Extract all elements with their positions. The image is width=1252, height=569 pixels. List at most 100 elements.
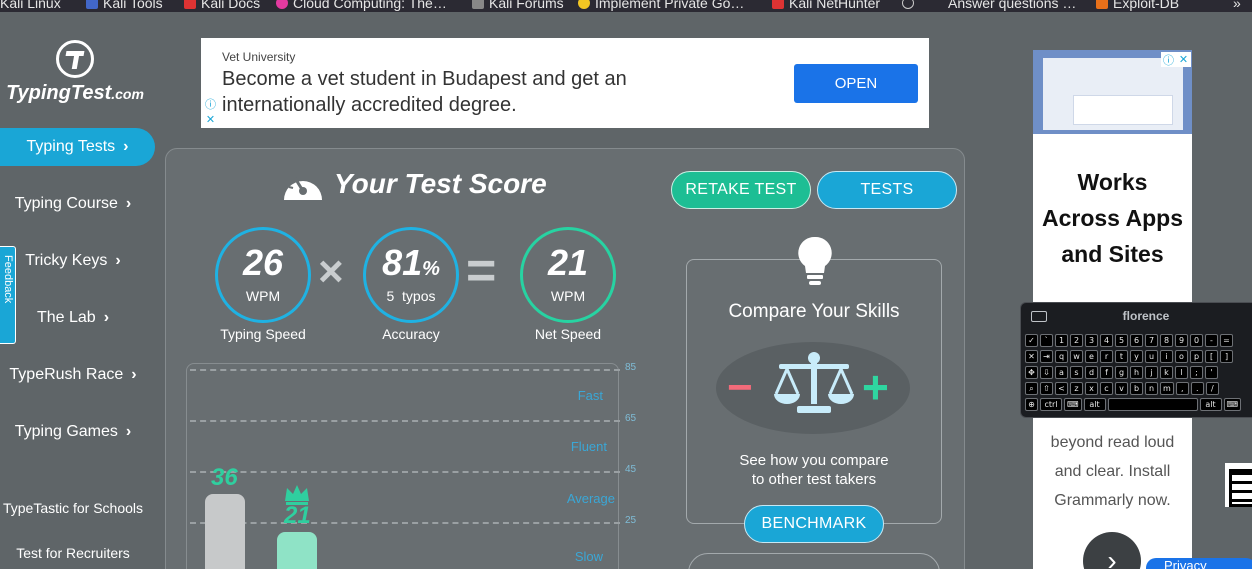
bookmark-kali-docs[interactable]: Kali Docs	[184, 0, 260, 11]
keyboard-key[interactable]: b	[1130, 382, 1143, 395]
keyboard-key[interactable]: g	[1115, 366, 1128, 379]
keyboard-key[interactable]: z	[1070, 382, 1083, 395]
nav-typerush-race[interactable]: TypeRush Race ›	[0, 356, 146, 394]
keyboard-key[interactable]: .	[1190, 382, 1204, 395]
keyboard-key[interactable]: ✓	[1025, 334, 1038, 347]
nav-typing-tests[interactable]: Typing Tests ›	[0, 128, 155, 166]
keyboard-key[interactable]: c	[1100, 382, 1113, 395]
keyboard-key[interactable]: h	[1130, 366, 1143, 379]
keyboard-key[interactable]: 6	[1130, 334, 1143, 347]
keyboard-key[interactable]: s	[1070, 366, 1083, 379]
keyboard-key[interactable]: '	[1205, 366, 1218, 379]
keyboard-key[interactable]: ⌕	[1025, 382, 1038, 395]
keyboard-key[interactable]: ⊕	[1025, 398, 1038, 411]
feedback-tab[interactable]: Feedback	[0, 246, 16, 344]
site-logo[interactable]: TypingTest.com	[0, 40, 150, 105]
keyboard-key[interactable]: 5	[1115, 334, 1128, 347]
keyboard-key[interactable]: l	[1175, 366, 1188, 379]
keyboard-key[interactable]: /	[1205, 382, 1219, 395]
keyboard-key[interactable]: ✕	[1025, 350, 1038, 363]
bookmark-globe[interactable]	[902, 0, 914, 11]
bookmark-kali-tools[interactable]: Kali Tools	[86, 0, 163, 11]
keyboard-key[interactable]: v	[1115, 382, 1128, 395]
keyboard-key[interactable]: k	[1160, 366, 1173, 379]
keyboard-key[interactable]: j	[1145, 366, 1158, 379]
keyboard-key[interactable]: e	[1085, 350, 1098, 363]
keyboard-key[interactable]: m	[1160, 382, 1174, 395]
privacy-chip[interactable]: Privacy	[1146, 558, 1252, 569]
nav-typing-course[interactable]: Typing Course ›	[0, 185, 146, 223]
retake-test-button[interactable]: RETAKE TEST	[671, 171, 811, 209]
keyboard-key[interactable]: 3	[1085, 334, 1098, 347]
exploit-db-icon	[1096, 0, 1108, 9]
nav-test-for-recruiters[interactable]: Test for Recruiters	[0, 545, 146, 561]
ad-info-icon[interactable]: ⓘ	[203, 96, 218, 111]
ad-next-button[interactable]: ›	[1083, 532, 1141, 569]
bookmark-cloud-computing[interactable]: Cloud Computing: The…	[276, 0, 447, 11]
bookmark-kali-forums[interactable]: Kali Forums	[472, 0, 564, 11]
keyboard-key[interactable]: ✥	[1025, 366, 1038, 379]
keyboard-key[interactable]: ctrl	[1040, 398, 1062, 411]
keyboard-key[interactable]: a	[1055, 366, 1068, 379]
florence-keyboard[interactable]: florence ✓ ` 1 2 3 4 5 6 7 8 9 0- = ✕ ⇥ q w e r t y u i o p[] ✥…	[1020, 302, 1252, 418]
nav-tricky-keys[interactable]: Tricky Keys ›	[0, 242, 146, 280]
keyboard-key[interactable]: o	[1175, 350, 1188, 363]
keyboard-key[interactable]: n	[1145, 382, 1158, 395]
bookmark-kali-linux[interactable]: Kali Linux	[0, 0, 61, 11]
bookmark-implement-private-go[interactable]: Implement Private Go…	[578, 0, 744, 11]
keyboard-key[interactable]: ;	[1190, 366, 1203, 379]
keyboard-key[interactable]: alt	[1199, 398, 1222, 411]
keyboard-key[interactable]: p	[1190, 350, 1203, 363]
keyboard-key[interactable]: -	[1205, 334, 1218, 347]
tests-button[interactable]: TESTS	[817, 171, 957, 209]
ad-close-icon[interactable]: ✕	[1176, 52, 1191, 67]
keyboard-key[interactable]: r	[1100, 350, 1113, 363]
bookmark-kali-nethunter[interactable]: Kali NetHunter	[772, 0, 880, 11]
keyboard-key[interactable]: t	[1115, 350, 1128, 363]
keyboard-key[interactable]: [	[1205, 350, 1218, 363]
keyboard-key[interactable]: alt	[1083, 398, 1106, 411]
keyboard-key[interactable]: i	[1160, 350, 1173, 363]
keyboard-key[interactable]: ⇩	[1040, 366, 1053, 379]
keyboard-key[interactable]: 4	[1100, 334, 1113, 347]
typing-speed-ring: 26 WPM	[215, 227, 311, 323]
keyboard-key[interactable]: 2	[1070, 334, 1083, 347]
keyboard-key[interactable]: d	[1085, 366, 1098, 379]
keyboard-key[interactable]: 9	[1175, 334, 1188, 347]
ad-open-button[interactable]: OPEN	[794, 64, 918, 103]
keyboard-key[interactable]: =	[1220, 334, 1233, 347]
keyboard-key[interactable]: 1	[1055, 334, 1068, 347]
nav-typetastic-for-schools[interactable]: TypeTastic for Schools	[0, 500, 146, 516]
keyboard-key[interactable]: `	[1040, 334, 1053, 347]
ad-headline[interactable]: Become a vet student in Budapest and get…	[222, 66, 742, 118]
keyboard-key[interactable]: w	[1070, 350, 1083, 363]
keyboard-key[interactable]: ,	[1175, 382, 1189, 395]
keyboard-key[interactable]: f	[1100, 366, 1113, 379]
keyboard-key[interactable]: ⇥	[1040, 350, 1053, 363]
keyboard-key[interactable]: u	[1145, 350, 1158, 363]
bookmark-label: Kali NetHunter	[789, 0, 881, 11]
document-icon[interactable]	[1225, 463, 1252, 507]
top-ad-banner[interactable]: Vet University Become a vet student in B…	[201, 38, 929, 128]
keyboard-key[interactable]: ⌨	[1064, 398, 1082, 411]
keyboard-key[interactable]: 0	[1190, 334, 1203, 347]
bookmark-exploit-db[interactable]: Exploit-DB	[1096, 0, 1179, 11]
keyboard-key[interactable]: q	[1055, 350, 1068, 363]
bookmark-answer-questions[interactable]: Answer questions …	[948, 0, 1076, 11]
nav-the-lab[interactable]: The Lab ›	[0, 299, 146, 337]
keyboard-key[interactable]: y	[1130, 350, 1143, 363]
chart-tick: 25	[625, 515, 637, 526]
keyboard-key[interactable]: ]	[1220, 350, 1233, 363]
keyboard-key[interactable]	[1107, 398, 1198, 411]
benchmark-button[interactable]: BENCHMARK	[744, 505, 884, 543]
keyboard-key[interactable]: 7	[1145, 334, 1158, 347]
keyboard-key[interactable]: <	[1055, 382, 1068, 395]
keyboard-key[interactable]: x	[1085, 382, 1098, 395]
ad-close-icon[interactable]: ✕	[203, 112, 218, 127]
keyboard-key[interactable]: 8	[1160, 334, 1173, 347]
nav-typing-games[interactable]: Typing Games ›	[0, 413, 146, 451]
keyboard-key[interactable]: ⌨	[1223, 398, 1242, 411]
ad-info-icon[interactable]: ⓘ	[1161, 52, 1176, 67]
keyboard-key[interactable]: ⇧	[1040, 382, 1053, 395]
bookmarks-overflow-button[interactable]: »	[1233, 0, 1241, 11]
